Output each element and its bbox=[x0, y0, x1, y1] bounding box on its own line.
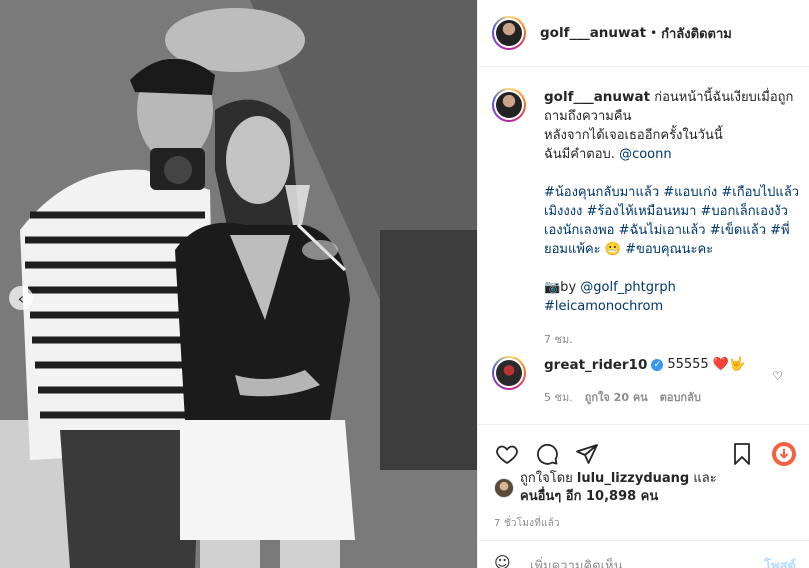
caption-hashtags[interactable]: #น้องคุนกลับมาแล้ว #แอบเก่ง #เกือบไปแล้ว… bbox=[544, 185, 799, 257]
chevron-left-icon: ‹ bbox=[17, 288, 25, 308]
caption-username[interactable]: golf___anuwat bbox=[544, 89, 650, 105]
author-avatar[interactable] bbox=[492, 16, 526, 50]
liked-by: ถูกใจโดย lulu_lizzyduang และ คนอื่นๆ อีก… bbox=[494, 470, 717, 506]
comment-icon[interactable] bbox=[534, 441, 560, 467]
commenter-avatar[interactable] bbox=[492, 356, 526, 390]
verified-badge-icon: ✓ bbox=[651, 359, 664, 371]
comment-age: 5 ชม. bbox=[544, 391, 573, 404]
comment-meta: 5 ชม. ถูกใจ 20 คน ตอบกลับ bbox=[544, 388, 745, 406]
caption-text: golf___anuwat ก่อนหน้านี้ฉันเงียบเมื่อถู… bbox=[544, 88, 802, 349]
author-username[interactable]: golf___anuwat bbox=[540, 25, 646, 41]
post-side-panel: golf___anuwat • กำลังติดตาม golf___anuwa… bbox=[477, 0, 809, 568]
previous-photo-button[interactable]: ‹ bbox=[9, 286, 33, 310]
comment-item: great_rider10 ✓ 55555 ❤️🤟 5 ชม. ถูกใจ 20… bbox=[492, 356, 802, 406]
comment-likes-button[interactable]: ถูกใจ 20 คน bbox=[585, 388, 648, 406]
add-comment-bar: ☺ เพิ่มความคิดเห็น... โพสต์ bbox=[478, 540, 809, 568]
comment-input[interactable]: เพิ่มความคิดเห็น... bbox=[530, 555, 635, 568]
post-timestamp: 7 ชั่วโมงที่แล้ว bbox=[494, 518, 560, 529]
comment-text: 55555 ❤️🤟 bbox=[667, 357, 746, 372]
separator-dot: • bbox=[650, 26, 658, 40]
credit-prefix: 📷by bbox=[544, 280, 581, 295]
post-comment-button[interactable]: โพสต์ bbox=[764, 555, 796, 568]
likes-count-button[interactable]: คนอื่นๆ อีก 10,898 คน bbox=[520, 489, 658, 504]
caption-line-2: หลังจากได้เจอเธออีกครั้งในวันนี้ bbox=[544, 128, 723, 143]
photo-illustration bbox=[0, 0, 477, 568]
credit-mention[interactable]: @golf_phtgrph bbox=[580, 280, 676, 295]
caption-mention[interactable]: @coonn bbox=[619, 147, 672, 162]
smile-icon[interactable]: ☺ bbox=[494, 553, 511, 568]
following-status-button[interactable]: กำลังติดตาม bbox=[661, 23, 732, 44]
instagram-post: ‹ golf___anuwat • กำลังติดตาม golf___anu… bbox=[0, 0, 809, 568]
caption-avatar[interactable] bbox=[492, 88, 526, 122]
caption: golf___anuwat ก่อนหน้านี้ฉันเงียบเมื่อถู… bbox=[492, 88, 802, 349]
post-photo[interactable]: ‹ bbox=[0, 0, 477, 568]
comment-heart-icon[interactable]: ♡ bbox=[772, 369, 783, 383]
comment-reply-button[interactable]: ตอบกลับ bbox=[660, 388, 701, 406]
caption-line-3: ฉันมีคำตอบ. bbox=[544, 147, 620, 162]
commenter-username[interactable]: great_rider10 bbox=[544, 356, 647, 374]
liked-by-and: และ bbox=[689, 471, 717, 486]
caption-age: 7 ชม. bbox=[544, 333, 573, 346]
liked-by-prefix: ถูกใจโดย bbox=[520, 471, 577, 486]
liker-avatar[interactable] bbox=[494, 478, 514, 498]
credit-hashtag[interactable]: #leicamonochrom bbox=[544, 299, 663, 314]
send-icon[interactable] bbox=[574, 441, 600, 467]
bookmark-icon[interactable] bbox=[729, 441, 755, 467]
post-header: golf___anuwat • กำลังติดตาม bbox=[478, 0, 809, 67]
liker-username[interactable]: lulu_lizzyduang bbox=[577, 471, 689, 486]
notification-badge-icon[interactable] bbox=[771, 441, 797, 467]
heart-icon[interactable] bbox=[494, 441, 520, 467]
